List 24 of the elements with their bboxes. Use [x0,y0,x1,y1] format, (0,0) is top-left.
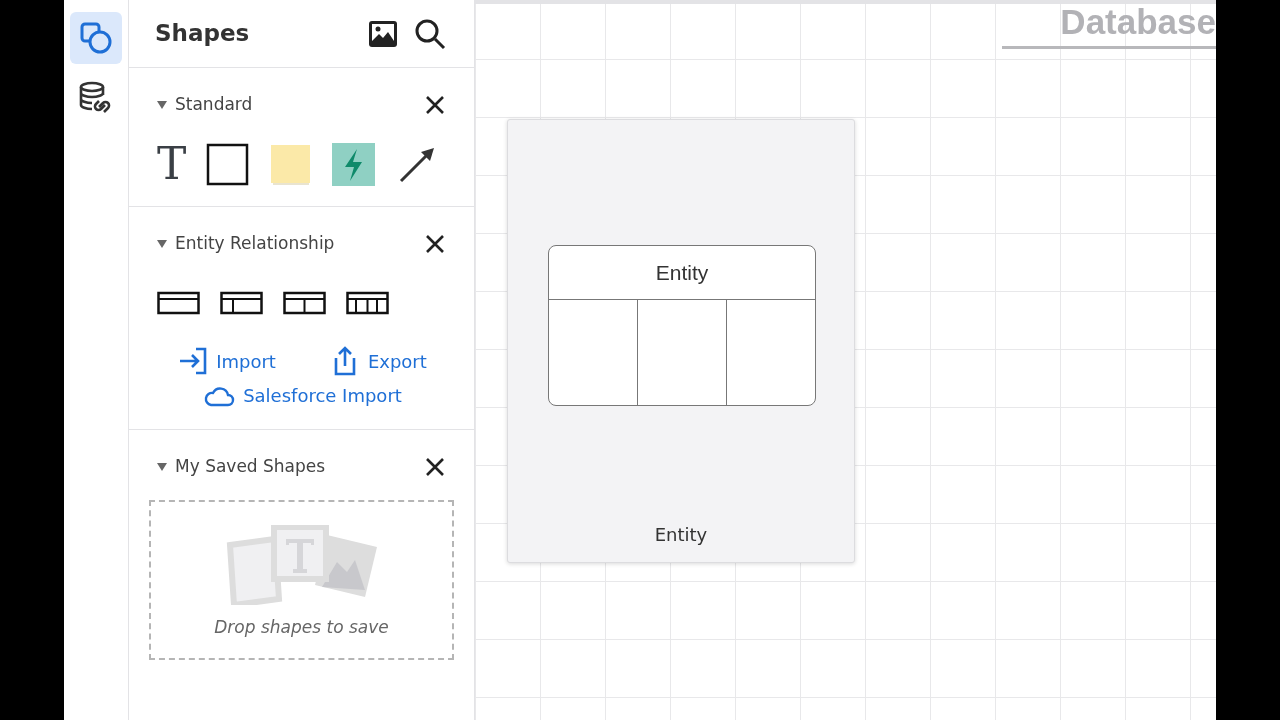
preview-caption: Entity [653,523,709,547]
import-link[interactable]: Salesforce Import [203,382,402,409]
image-button[interactable] [366,20,400,47]
shapes-icon [79,21,113,55]
export-link[interactable]: Export [329,346,427,376]
lightning-tool[interactable] [332,142,376,186]
caret-icon [157,101,167,109]
section-toggle[interactable]: Standard [157,92,422,118]
rectangle-tool[interactable] [206,142,250,186]
import-link[interactable]: Import [178,346,276,376]
panel-title: Shapes [155,19,251,49]
canvas[interactable]: Database Entity Entity [475,0,1216,720]
entity-title: Entity [549,246,815,300]
caret-icon [157,240,167,248]
text-tool[interactable]: T [157,142,187,186]
drop-hint: Drop shapes to save [214,615,389,639]
drop-zone[interactable]: Drop shapes to save [149,500,454,660]
cloud-icon [203,384,236,407]
diagram-title: Database [1060,4,1216,39]
section-toggle[interactable]: Entity Relationship [157,231,422,257]
import-icon [178,346,209,376]
shapes-tab[interactable] [70,12,122,64]
caret-icon [157,463,167,471]
section-toggle[interactable]: My Saved Shapes [157,454,422,480]
